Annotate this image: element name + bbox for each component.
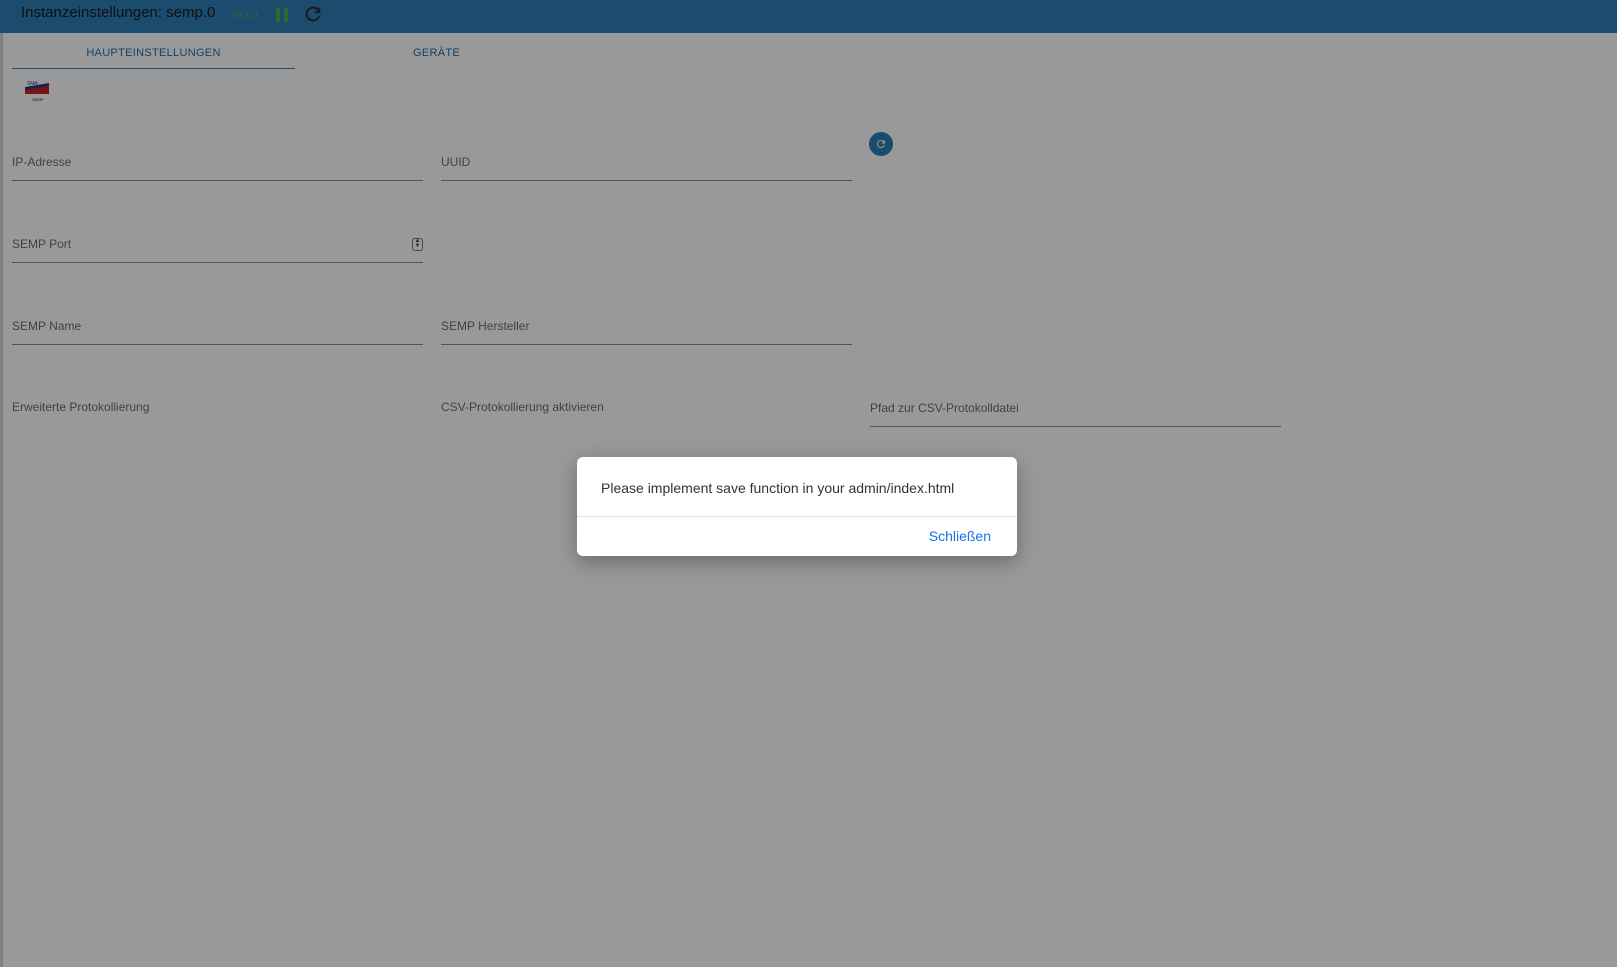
dialog-message: Please implement save function in your a… [601, 480, 955, 496]
dialog-divider [577, 516, 1017, 517]
alert-dialog: Please implement save function in your a… [577, 457, 1017, 556]
close-button[interactable]: Schließen [929, 528, 991, 544]
